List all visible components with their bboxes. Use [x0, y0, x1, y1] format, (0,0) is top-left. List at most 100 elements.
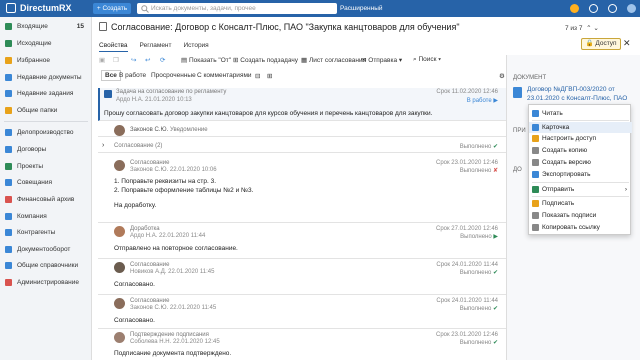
item-author: Законов С.Ю. 22.01.2020 10:06 — [130, 167, 217, 173]
item-author: Законов С.Ю. 22.01.2020 11:45 — [130, 305, 217, 311]
menu-item-copy-link[interactable]: Копировать ссылку — [529, 222, 632, 233]
subtask-icon: ⊞ — [233, 57, 239, 64]
sidebar-item-records[interactable]: Делопроизводство — [0, 127, 92, 138]
help-icon[interactable] — [608, 4, 617, 13]
display-settings-icon[interactable]: ⚙ — [499, 72, 505, 80]
task-icon — [99, 22, 107, 31]
sidebar-item-favorites[interactable]: Избранное — [0, 55, 92, 66]
avatar — [114, 298, 125, 309]
check-icon: ✔ — [492, 340, 498, 346]
tab-regulations[interactable]: Регламент — [140, 42, 172, 52]
undo-icon[interactable]: ↩ — [145, 56, 150, 64]
sidebar-item-outbox[interactable]: Исходящие — [0, 38, 92, 49]
document-link[interactable]: Договор №ДГВП-003/2020 от 23.01.2020 с К… — [527, 85, 631, 103]
menu-item-send[interactable]: Отправить › — [529, 184, 632, 195]
sidebar-divider — [4, 121, 88, 122]
access-button[interactable]: 🔒 Доступ — [581, 38, 621, 50]
menu-item-show-signatures[interactable]: Показать подписи — [529, 210, 632, 221]
projects-icon — [5, 163, 12, 170]
find-dropdown[interactable]: ⌕ Поиск ▾ — [413, 56, 441, 64]
list-item[interactable]: Согласование Законов С.Ю. 22.01.2020 11:… — [98, 295, 508, 329]
menu-item-label: Создать версию — [542, 159, 591, 166]
list-item[interactable]: Согласование Законов С.Ю. 22.01.2020 10:… — [98, 157, 508, 223]
task-status-label: В работе — [466, 98, 492, 104]
approval-group[interactable]: › Согласование (2) Выполнено ✔ — [98, 139, 508, 153]
expand-icon[interactable]: ⊟ — [255, 72, 260, 80]
close-icon[interactable]: ✕ — [623, 38, 631, 49]
sidebar-item-label: Недавние документы — [17, 74, 82, 81]
advanced-search-link[interactable]: Расширенный поиск — [340, 3, 400, 23]
sidebar-item-shared-folders[interactable]: Общие папки — [0, 105, 92, 116]
filter-with-comments[interactable]: С комментариями — [197, 72, 252, 79]
sidebar-item-label: Недавние задания — [17, 90, 74, 97]
show-from-button[interactable]: ▤ Показать "От" — [181, 56, 231, 64]
toolbar: ▣ ❐ ↪ ↩ ⟳ ▤ Показать "От" ⊞ Создать подз… — [93, 54, 513, 66]
sidebar-item-label: Администрирование — [17, 279, 79, 286]
tabs: Свойства Регламент История — [99, 42, 209, 52]
company-icon — [5, 213, 12, 220]
approval-sheet-button[interactable]: ▦ Лист согласования — [301, 56, 366, 64]
page-title: Согласование: Договор с Консалт-Плюс, ПА… — [99, 22, 460, 32]
sidebar-item-contracts[interactable]: Договоры — [0, 144, 92, 155]
menu-divider — [532, 196, 629, 197]
refresh-icon[interactable]: ⟳ — [160, 56, 165, 64]
send-dropdown[interactable]: ✉ Отправка ▾ — [361, 56, 402, 64]
menu-item-version[interactable]: Создать версию — [529, 157, 632, 168]
task-status: В работе ▶ — [467, 97, 498, 104]
menu-item-copy[interactable]: Создать копию — [529, 145, 632, 156]
item-text: Подписание документа подтверждено. — [114, 350, 232, 357]
read-icon — [532, 110, 539, 117]
item-text: Согласовано. — [114, 281, 155, 288]
chevron-down-icon[interactable]: ⌄ — [593, 25, 598, 32]
tab-properties[interactable]: Свойства — [99, 42, 128, 52]
list-item[interactable]: Доработка Ардо Н.А. 22.01.2020 11:44 Сро… — [98, 223, 508, 259]
copy-icon[interactable]: ❐ — [113, 56, 119, 64]
menu-item-card[interactable]: Карточка — [529, 122, 632, 133]
user-avatar[interactable] — [627, 4, 636, 13]
sidebar-item-recent-docs[interactable]: Недавние документы — [0, 72, 92, 83]
search-input[interactable]: Искать документы, задачи, прочее — [137, 3, 337, 14]
notification-bell-icon[interactable] — [570, 4, 579, 13]
sidebar-item-docflow[interactable]: Документооборот — [0, 244, 92, 255]
app-logo[interactable]: DirectumRX — [6, 3, 72, 13]
show-from-label: Показать "От" — [188, 57, 232, 64]
app-logo-text: DirectumRX — [20, 3, 72, 13]
filter-overdue[interactable]: Просроченные — [151, 72, 196, 79]
menu-item-read[interactable]: Читать — [529, 108, 632, 119]
signatures-icon — [532, 212, 539, 219]
finance-icon — [5, 196, 12, 203]
create-subtask-button[interactable]: ⊞ Создать подзадачу — [233, 56, 298, 64]
list-item[interactable]: Подтверждение подписания Соболева Н.Н. 2… — [98, 329, 508, 359]
list-item[interactable]: Согласование Новиков А.Д. 22.01.2020 11:… — [98, 259, 508, 295]
sidebar-item-inbox[interactable]: Входящие 15 — [0, 21, 92, 32]
collapse-icon[interactable]: ⊞ — [267, 72, 272, 80]
check-icon: ✔ — [492, 270, 498, 276]
pager: 7 из 7 ⌃ ⌄ — [565, 24, 599, 32]
tab-history[interactable]: История — [184, 42, 209, 52]
save-icon[interactable]: ▣ — [99, 56, 105, 64]
filter-all[interactable]: Все — [101, 70, 121, 81]
chevron-up-icon[interactable]: ⌃ — [586, 25, 591, 32]
settings-icon[interactable] — [589, 4, 598, 13]
filter-in-progress[interactable]: В работе — [119, 72, 146, 79]
menu-item-export[interactable]: Экспортировать — [529, 169, 632, 180]
sidebar-item-directories[interactable]: Общие справочники — [0, 260, 92, 271]
menu-item-access[interactable]: Настроить доступ — [529, 133, 632, 144]
chevron-right-icon[interactable]: › — [102, 142, 104, 149]
sidebar-item-projects[interactable]: Проекты — [0, 161, 92, 172]
sidebar-item-meetings[interactable]: Совещания — [0, 177, 92, 188]
task-card[interactable]: Задача на согласование по регламенту Ард… — [98, 88, 508, 121]
notice-row[interactable]: Законов С.Ю. Уведомление — [98, 123, 508, 137]
sidebar-item-counterparties[interactable]: Контрагенты — [0, 227, 92, 238]
sidebar-item-company[interactable]: Компания — [0, 211, 92, 222]
create-button[interactable]: + Создать — [93, 3, 131, 14]
sidebar-item-admin[interactable]: Администрирование — [0, 277, 92, 288]
meetings-icon — [5, 179, 12, 186]
task-author: Ардо Н.А. 21.01.2020 10:13 — [116, 97, 192, 103]
menu-item-sign[interactable]: Подписать — [529, 198, 632, 209]
check-icon: ✔ — [492, 306, 498, 312]
forward-icon[interactable]: ↪ — [131, 56, 136, 64]
sidebar-item-finance-archive[interactable]: Финансовый архив — [0, 194, 92, 205]
records-icon — [5, 129, 12, 136]
sidebar-item-recent-tasks[interactable]: Недавние задания — [0, 88, 92, 99]
